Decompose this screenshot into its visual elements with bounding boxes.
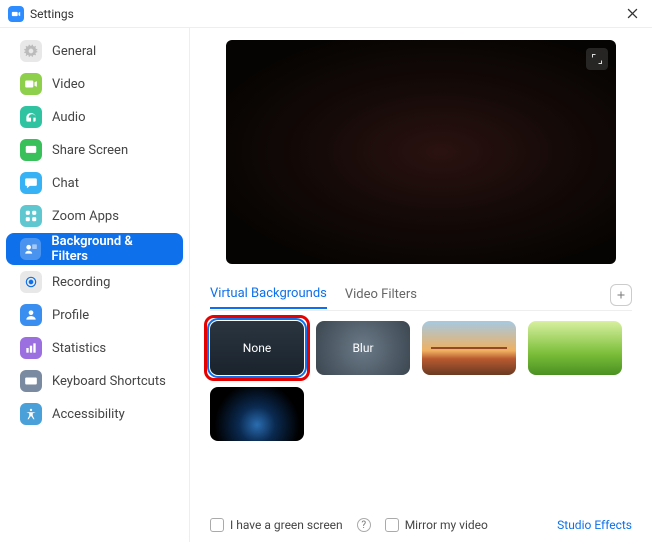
add-background-button[interactable]: [610, 284, 632, 306]
titlebar: Settings: [0, 0, 652, 28]
expand-preview-icon[interactable]: [586, 48, 608, 70]
sidebar-item-label: Background & Filters: [51, 234, 169, 264]
video-preview: [226, 40, 616, 264]
sidebar: General Video Audio Share Screen Chat Zoom Ap…: [0, 28, 190, 542]
accessibility-icon: [20, 403, 42, 425]
sidebar-item-label: Audio: [52, 110, 85, 125]
recording-icon: [20, 271, 42, 293]
close-icon[interactable]: [620, 2, 644, 26]
sidebar-item-label: Keyboard Shortcuts: [52, 374, 166, 389]
main-panel: Virtual Backgrounds Video Filters None Blu…: [190, 28, 652, 542]
sidebar-item-accessibility[interactable]: Accessibility: [6, 398, 183, 430]
sidebar-item-chat[interactable]: Chat: [6, 167, 183, 199]
sidebar-item-label: Chat: [52, 176, 79, 191]
background-option-none[interactable]: None: [210, 321, 304, 375]
sidebar-item-background-filters[interactable]: Background & Filters: [6, 233, 183, 265]
sidebar-item-statistics[interactable]: Statistics: [6, 332, 183, 364]
video-icon: [20, 73, 42, 95]
background-grid: None Blur: [210, 321, 632, 441]
window-title: Settings: [30, 7, 74, 21]
sidebar-item-video[interactable]: Video: [6, 68, 183, 100]
sidebar-item-zoom-apps[interactable]: Zoom Apps: [6, 200, 183, 232]
sidebar-item-share-screen[interactable]: Share Screen: [6, 134, 183, 166]
background-option-label: Blur: [352, 341, 373, 355]
zoom-apps-icon: [20, 205, 42, 227]
zoom-app-icon: [8, 6, 24, 22]
studio-effects-link[interactable]: Studio Effects: [557, 518, 632, 532]
green-screen-label: I have a green screen: [230, 518, 343, 532]
background-option-label: None: [243, 341, 271, 355]
sidebar-item-label: Recording: [52, 275, 110, 290]
help-icon[interactable]: ?: [357, 518, 371, 532]
checkbox-box-icon: [210, 518, 224, 532]
sidebar-item-profile[interactable]: Profile: [6, 299, 183, 331]
background-filters-icon: [20, 238, 41, 260]
chat-icon: [20, 172, 42, 194]
background-option-bridge[interactable]: [422, 321, 516, 375]
sidebar-item-keyboard-shortcuts[interactable]: Keyboard Shortcuts: [6, 365, 183, 397]
tabs: Virtual Backgrounds Video Filters: [210, 284, 632, 311]
sidebar-item-label: Statistics: [52, 341, 106, 356]
sidebar-item-label: Accessibility: [52, 407, 125, 422]
tab-virtual-backgrounds[interactable]: Virtual Backgrounds: [210, 286, 327, 309]
sidebar-item-general[interactable]: General: [6, 35, 183, 67]
mirror-video-checkbox[interactable]: Mirror my video: [385, 518, 488, 532]
sidebar-item-label: Share Screen: [52, 143, 128, 158]
keyboard-shortcuts-icon: [20, 370, 42, 392]
background-option-grass[interactable]: [528, 321, 622, 375]
mirror-video-label: Mirror my video: [405, 518, 488, 532]
bottom-bar: I have a green screen ? Mirror my video …: [210, 506, 632, 532]
green-screen-checkbox[interactable]: I have a green screen: [210, 518, 343, 532]
audio-icon: [20, 106, 42, 128]
sidebar-item-label: Zoom Apps: [52, 209, 119, 224]
general-icon: [20, 40, 42, 62]
sidebar-item-label: Profile: [52, 308, 89, 323]
profile-icon: [20, 304, 42, 326]
tab-video-filters[interactable]: Video Filters: [345, 287, 417, 308]
sidebar-item-label: General: [52, 44, 96, 59]
background-option-earth[interactable]: [210, 387, 304, 441]
share-screen-icon: [20, 139, 42, 161]
sidebar-item-audio[interactable]: Audio: [6, 101, 183, 133]
statistics-icon: [20, 337, 42, 359]
background-option-blur[interactable]: Blur: [316, 321, 410, 375]
sidebar-item-recording[interactable]: Recording: [6, 266, 183, 298]
sidebar-item-label: Video: [52, 77, 85, 92]
checkbox-box-icon: [385, 518, 399, 532]
